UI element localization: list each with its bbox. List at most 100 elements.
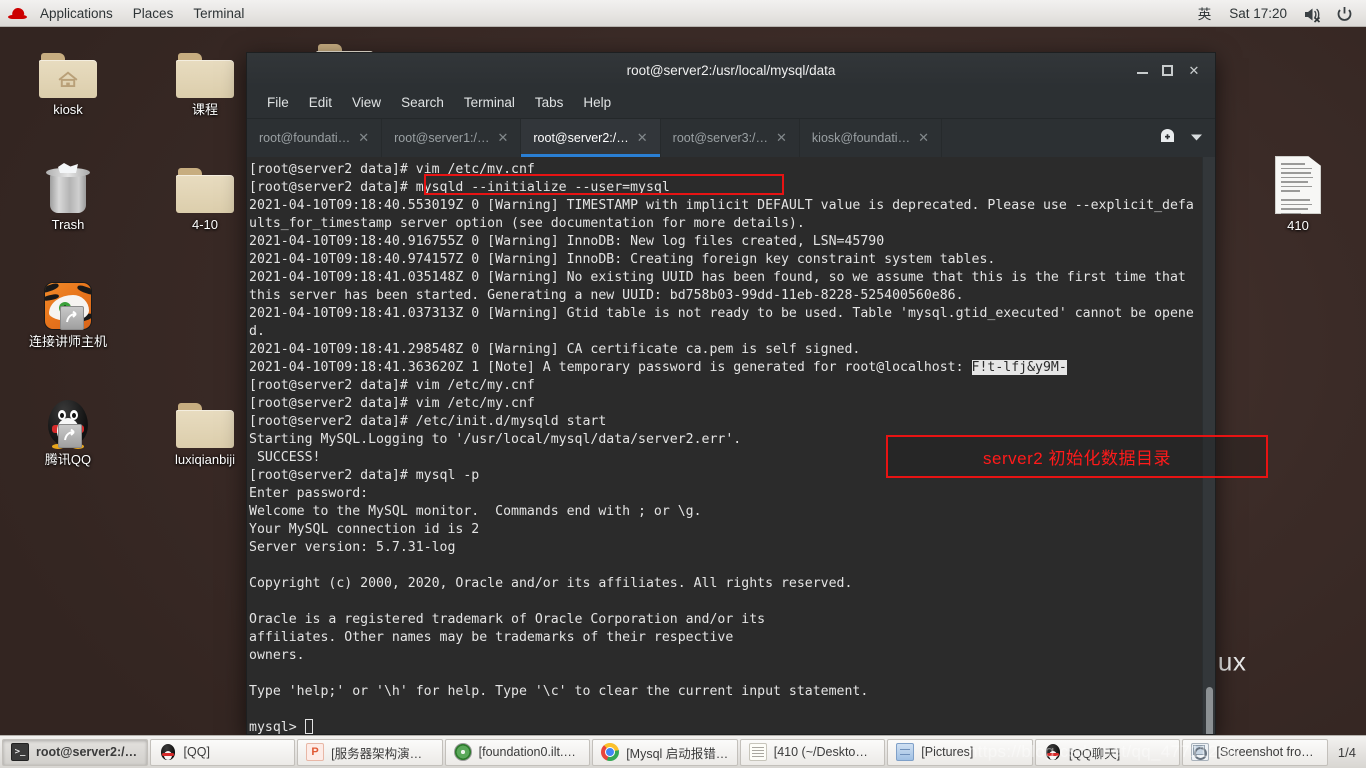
window-title: root@server2:/usr/local/mysql/data — [626, 62, 836, 78]
menu-help[interactable]: Help — [573, 91, 621, 114]
desktop-icon-kecheng[interactable]: 课程 — [157, 40, 253, 118]
power-icon[interactable] — [1330, 3, 1359, 23]
window-titlebar[interactable]: root@server2:/usr/local/mysql/data ✕ — [247, 53, 1215, 87]
home-glyph-icon — [58, 71, 78, 87]
panel-menu-terminal[interactable]: Terminal — [184, 3, 253, 24]
tab-kiosk-foundation[interactable]: kiosk@foundati… ✕ — [800, 119, 942, 157]
tab-label: root@server2:/… — [533, 131, 629, 145]
terminal-line: [root@server2 data]# vim /etc/my.cnf — [249, 162, 535, 177]
terminal-line: 2021-04-10T09:18:40.974157Z 0 [Warning] … — [249, 252, 996, 267]
taskbar-item-pictures[interactable]: [Pictures] — [887, 738, 1033, 766]
taskbar-item-410-notes[interactable]: [410 (~/Deskto… — [739, 738, 886, 766]
taskbar-item-label: [foundation0.ilt.… — [478, 745, 576, 759]
qq-penguin-icon — [1044, 743, 1062, 761]
terminal-scrollbar-thumb[interactable] — [1206, 687, 1213, 734]
taskbar-item-label: [Screenshot fro… — [1216, 745, 1314, 759]
pdf-icon: P — [306, 743, 325, 761]
terminal-output-area[interactable]: [root@server2 data]# vim /etc/my.cnf [roo… — [247, 157, 1215, 734]
desktop-icon-kiosk[interactable]: kiosk — [20, 40, 116, 118]
folder-icon — [157, 390, 253, 448]
tab-root-foundation[interactable]: root@foundati… ✕ — [247, 119, 383, 157]
terminal-selected-password: F!t-lfj&y9M- — [971, 360, 1067, 375]
tab-close-icon[interactable]: ✕ — [918, 130, 929, 146]
desktop-icon-luxiqianbiji[interactable]: luxiqianbiji — [157, 390, 253, 468]
clock[interactable]: Sat 17:20 — [1221, 3, 1295, 24]
taskbar-item-mysql-chrome[interactable]: [Mysql 启动报错… — [592, 738, 738, 766]
terminal-line: 2021-04-10T09:18:41.035148Z 0 [Warning] … — [249, 270, 1194, 303]
qq-penguin-icon — [159, 743, 177, 761]
terminal-line: [root@server2 data]# /etc/init.d/mysqld … — [249, 414, 607, 429]
terminal-line: 2021-04-10T09:18:41.037313Z 0 [Warning] … — [249, 306, 1194, 339]
terminal-text: [root@server2 data]# vim /etc/my.cnf [roo… — [249, 161, 1201, 734]
panel-menu-applications[interactable]: Applications — [31, 3, 122, 24]
terminal-line: Oracle is a registered trademark of Orac… — [249, 612, 766, 627]
tab-close-icon[interactable]: ✕ — [637, 130, 648, 146]
terminal-line: Your MySQL connection id is 2 — [249, 522, 480, 537]
terminal-tabbar: root@foundati… ✕ root@server1:/… ✕ root@… — [247, 119, 1215, 157]
tab-root-server3[interactable]: root@server3:/… ✕ — [661, 119, 800, 157]
desktop-icon-label: Trash — [51, 217, 85, 232]
maximize-icon[interactable] — [1162, 64, 1173, 76]
chrome-icon — [601, 743, 620, 761]
desktop-icon-label: 410 — [1287, 218, 1309, 233]
desktop-icon-trash[interactable]: Trash — [20, 155, 116, 233]
menu-terminal[interactable]: Terminal — [454, 91, 525, 114]
workspace-page-indicator[interactable]: 1/4 — [1330, 745, 1364, 760]
taskbar: >_ root@server2:/… [QQ] P [服务器架构演… [foun… — [0, 735, 1366, 768]
tab-close-icon[interactable]: ✕ — [497, 130, 508, 146]
input-method-indicator[interactable]: 英 — [1190, 0, 1220, 26]
desktop-icon-label: 连接讲师主机 — [28, 334, 107, 349]
taskbar-item-terminal[interactable]: >_ root@server2:/… — [2, 738, 148, 766]
desktop-icon-label: 腾讯QQ — [44, 452, 92, 467]
menu-tabs[interactable]: Tabs — [525, 91, 574, 114]
speaker-muted-icon[interactable] — [1297, 3, 1328, 23]
terminal-line: Copyright (c) 2000, 2020, Oracle and/or … — [249, 576, 853, 591]
terminal-line: [root@server2 data]# vim /etc/my.cnf — [249, 378, 535, 393]
terminal-line: [root@server2 data]# mysqld --initialize… — [249, 180, 670, 195]
menu-file[interactable]: File — [257, 91, 299, 114]
tab-root-server2[interactable]: root@server2:/… ✕ — [521, 119, 661, 157]
close-icon[interactable]: ✕ — [1187, 63, 1201, 77]
desktop-icon-label: 课程 — [191, 102, 218, 117]
menu-edit[interactable]: Edit — [299, 91, 342, 114]
desktop-icon-label: 4-10 — [191, 217, 219, 232]
tab-close-icon[interactable]: ✕ — [358, 130, 369, 146]
tab-close-icon[interactable]: ✕ — [776, 130, 787, 146]
cd-tux-icon — [453, 743, 472, 761]
tab-root-server1[interactable]: root@server1:/… ✕ — [382, 119, 522, 157]
taskbar-item-foundation0[interactable]: [foundation0.ilt.… — [444, 738, 591, 766]
terminal-line: affiliates. Other names may be trademark… — [249, 630, 734, 645]
desktop-icon-410-file[interactable]: 410 — [1250, 152, 1346, 234]
menu-search[interactable]: Search — [391, 91, 454, 114]
file-drawer-icon — [896, 743, 915, 761]
terminal-line: owners. — [249, 648, 305, 663]
redhat-logo-icon[interactable] — [7, 4, 29, 22]
terminal-line: [root@server2 data]# mysql -p — [249, 468, 480, 483]
desktop-icon-connect-instructor-host[interactable]: 连接讲师主机 — [20, 272, 116, 350]
terminal-scrollbar[interactable] — [1202, 157, 1215, 734]
screenshot-icon — [1191, 743, 1210, 761]
taskbar-item-qq[interactable]: [QQ] — [149, 738, 296, 766]
taskbar-item-label: root@server2:/… — [36, 745, 138, 759]
terminal-line: Server version: 5.7.31-log — [249, 540, 456, 555]
taskbar-item-screenshot[interactable]: [Screenshot fro… — [1182, 738, 1328, 766]
terminal-line: SUCCESS! — [249, 450, 321, 465]
terminal-menubar: File Edit View Search Terminal Tabs Help — [247, 87, 1215, 119]
terminal-line: 2021-04-10T09:18:40.916755Z 0 [Warning] … — [249, 234, 885, 249]
home-folder-icon — [20, 40, 116, 98]
desktop-icon-tencent-qq[interactable]: 腾讯QQ — [20, 390, 116, 468]
new-tab-icon[interactable] — [1159, 127, 1176, 149]
panel-menu-places[interactable]: Places — [124, 3, 183, 24]
terminal-window[interactable]: root@server2:/usr/local/mysql/data ✕ Fil… — [246, 52, 1216, 735]
desktop-icon-4-10[interactable]: 4-10 — [157, 155, 253, 233]
menu-view[interactable]: View — [342, 91, 391, 114]
terminal-cursor — [304, 719, 313, 734]
minimize-icon[interactable] — [1137, 66, 1148, 74]
taskbar-item-qq-chat[interactable]: [QQ聊天] — [1034, 738, 1181, 766]
terminal-line: 2021-04-10T09:18:41.298548Z 0 [Warning] … — [249, 342, 861, 357]
taskbar-item-label: [Mysql 启动报错… — [626, 746, 729, 761]
taskbar-item-server-architecture-pdf[interactable]: P [服务器架构演… — [297, 738, 443, 766]
chevron-down-icon[interactable] — [1190, 129, 1203, 147]
